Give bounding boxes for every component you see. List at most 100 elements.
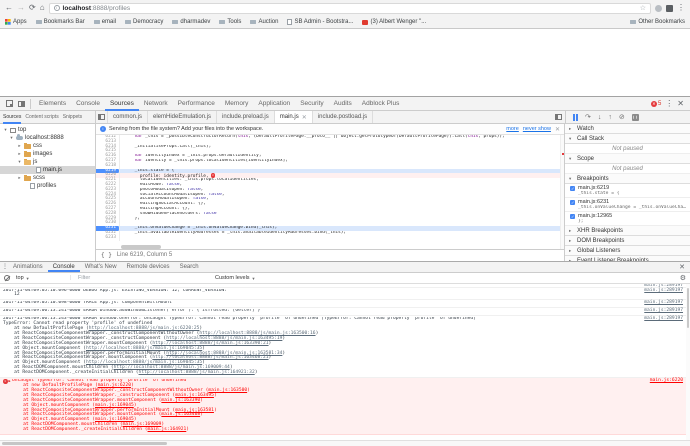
editor-hscrollbar[interactable]: [121, 245, 161, 249]
expand-triangle-icon[interactable]: ▶: [9, 379, 11, 384]
tree-arrow-icon[interactable]: ▾: [9, 135, 14, 141]
devtools-menu-icon[interactable]: ⋮: [665, 99, 673, 108]
console-message[interactable]: ✕▶ 2017-11-04T09:06:13.243-0000 ERROR wi…: [0, 316, 690, 378]
breakpoint-entry[interactable]: ✓main.js:6219 _this.state = {: [565, 184, 690, 198]
scope-section[interactable]: ▾Scope: [565, 154, 690, 164]
scrollbar-thumb[interactable]: [2, 442, 167, 445]
console-vscrollbar[interactable]: [686, 284, 690, 440]
tree-item[interactable]: profiles: [0, 182, 95, 190]
breakpoint-checkbox[interactable]: ✓: [570, 214, 575, 219]
infobar-never-link[interactable]: never show: [523, 126, 551, 132]
step-out-icon[interactable]: ↑: [608, 114, 612, 121]
tree-arrow-icon[interactable]: ▸: [17, 143, 22, 149]
tree-item[interactable]: ▸scss: [0, 174, 95, 182]
tree-item[interactable]: ▾localhost:8888: [0, 134, 95, 142]
site-info-icon[interactable]: i: [54, 5, 60, 11]
tree-arrow-icon[interactable]: ▾: [17, 159, 22, 165]
devtools-tab[interactable]: Elements: [34, 97, 71, 111]
file-tab[interactable]: include.preload.js✕: [217, 111, 275, 123]
file-tab[interactable]: main.js✕: [275, 111, 313, 123]
file-tab[interactable]: elemHideEmulation.js✕: [148, 111, 217, 123]
drawer-tab[interactable]: Search: [175, 261, 204, 272]
console-message[interactable]: ✕▶ 2017-11-04T09:05:10.096-0000 DEBUG Ap…: [0, 288, 690, 301]
editor-vscrollbar[interactable]: [560, 135, 564, 249]
console-message[interactable]: ✕▶ Uncaught TypeError: Cannot read prope…: [0, 378, 690, 435]
extension-icon[interactable]: [655, 5, 662, 12]
pause-script-icon[interactable]: [573, 114, 578, 121]
devtools-close-icon[interactable]: ✕: [677, 99, 684, 108]
navigator-tab[interactable]: Sources: [3, 111, 21, 124]
tree-item[interactable]: main.js: [0, 166, 95, 174]
console-filter-input[interactable]: Filter: [78, 273, 90, 284]
devtools-tab[interactable]: Audits: [329, 97, 357, 111]
code-line[interactable]: 6233: [96, 236, 564, 241]
devtools-tab[interactable]: Console: [71, 97, 105, 111]
tree-arrow-icon[interactable]: ▸: [17, 151, 22, 157]
source-link[interactable]: main.js:289197: [644, 289, 687, 294]
tree-arrow-icon[interactable]: ▾: [3, 127, 8, 133]
file-tab[interactable]: include.postload.js✕: [313, 111, 373, 123]
source-link[interactable]: main.js:289197: [644, 309, 687, 314]
watch-section[interactable]: ▸Watch: [565, 124, 690, 134]
file-tab[interactable]: common.js✕: [108, 111, 148, 123]
source-link[interactable]: main.js:6220: [650, 379, 687, 384]
step-over-icon[interactable]: ↷: [585, 114, 591, 121]
drawer-tab[interactable]: What's New: [80, 261, 122, 272]
pause-on-exceptions-icon[interactable]: ❙❙: [632, 114, 639, 121]
drawer-tab[interactable]: Console: [48, 261, 80, 272]
deactivate-breakpoints-icon[interactable]: ⊘: [619, 114, 625, 121]
log-levels-selector[interactable]: Custom levels▼: [215, 273, 256, 284]
infobar-close-icon[interactable]: ✕: [555, 126, 560, 133]
console-message[interactable]: ✕▶ 2017-11-04T09:06:13.241-0000 ERROR wi…: [0, 308, 690, 316]
bookmark-item[interactable]: (3) Albert Wenger "...: [362, 19, 426, 25]
devtools-tab[interactable]: Sources: [105, 97, 139, 111]
drawer-close-icon[interactable]: ✕: [679, 263, 688, 271]
code-editor[interactable]: 6212 var _this = _possibleConstructorRet…: [96, 135, 564, 249]
dom-breakpoints-section[interactable]: ▸DOM Breakpoints: [565, 236, 690, 246]
bookmark-item[interactable]: Apps: [5, 19, 27, 25]
tree-item[interactable]: ▸images: [0, 150, 95, 158]
hide-navigator-icon[interactable]: [96, 111, 108, 123]
tree-arrow-icon[interactable]: ▸: [17, 175, 22, 181]
xhr-breakpoints-section[interactable]: ▸XHR Breakpoints: [565, 226, 690, 236]
navigator-tab[interactable]: Snippets: [63, 111, 82, 124]
error-count-badge[interactable]: ✕5: [651, 101, 661, 107]
clear-console-icon[interactable]: [4, 273, 10, 284]
bookmark-star-icon[interactable]: ☆: [640, 4, 646, 12]
bookmark-item[interactable]: SB Admin - Bootstra...: [287, 19, 353, 25]
console-settings-icon[interactable]: ⚙: [680, 273, 686, 284]
source-link[interactable]: main.js:289197: [644, 317, 687, 322]
pretty-print-icon[interactable]: { }: [101, 252, 112, 259]
devtools-tab[interactable]: Security: [295, 97, 328, 111]
forward-icon[interactable]: →: [17, 3, 25, 13]
navigator-tab[interactable]: Content scripts: [25, 111, 58, 124]
drawer-tab[interactable]: Remote devices: [122, 261, 175, 272]
step-into-icon[interactable]: ↓: [598, 114, 602, 121]
breakpoints-section[interactable]: ▾Breakpoints: [565, 174, 690, 184]
editor-options-icon[interactable]: [551, 111, 565, 123]
adblock-extension-icon[interactable]: [666, 5, 673, 12]
global-listeners-section[interactable]: ▸Global Listeners: [565, 246, 690, 256]
browser-menu-icon[interactable]: ⋮: [677, 3, 685, 13]
bookmark-item[interactable]: dharmadev: [172, 19, 210, 25]
breakpoint-entry[interactable]: ✓main.js:6231 _this.onValueChange = _thi…: [565, 198, 690, 212]
inspect-element-icon[interactable]: [4, 99, 14, 109]
close-tab-icon[interactable]: ✕: [302, 114, 307, 121]
devtools-tab[interactable]: Performance: [173, 97, 220, 111]
console-messages[interactable]: ✕▶ 2017-11-04T09:05:10.093-0000 DEBUG Ap…: [0, 284, 690, 440]
devtools-tab[interactable]: Adblock Plus: [357, 97, 405, 111]
tree-item[interactable]: ▾js: [0, 158, 95, 166]
call-stack-section[interactable]: ▾Call Stack: [565, 134, 690, 144]
breakpoint-checkbox[interactable]: ✓: [570, 200, 575, 205]
back-icon[interactable]: ←: [5, 3, 13, 13]
address-bar[interactable]: i localhost:8888/profiles ☆: [49, 3, 651, 14]
devtools-tab[interactable]: Memory: [220, 97, 253, 111]
breakpoint-checkbox[interactable]: ✓: [570, 186, 575, 191]
bookmark-item[interactable]: email: [94, 19, 116, 25]
bookmark-item[interactable]: Tools: [219, 19, 241, 25]
console-message[interactable]: ✕▶ 2017-11-04T09:05:10.098-0000 TRACE Ap…: [0, 300, 690, 308]
line-number[interactable]: 6233: [96, 236, 120, 241]
drawer-tab[interactable]: Animations: [8, 261, 48, 272]
bookmark-item[interactable]: Bookmarks Bar: [36, 19, 85, 25]
devtools-tab[interactable]: Application: [253, 97, 295, 111]
